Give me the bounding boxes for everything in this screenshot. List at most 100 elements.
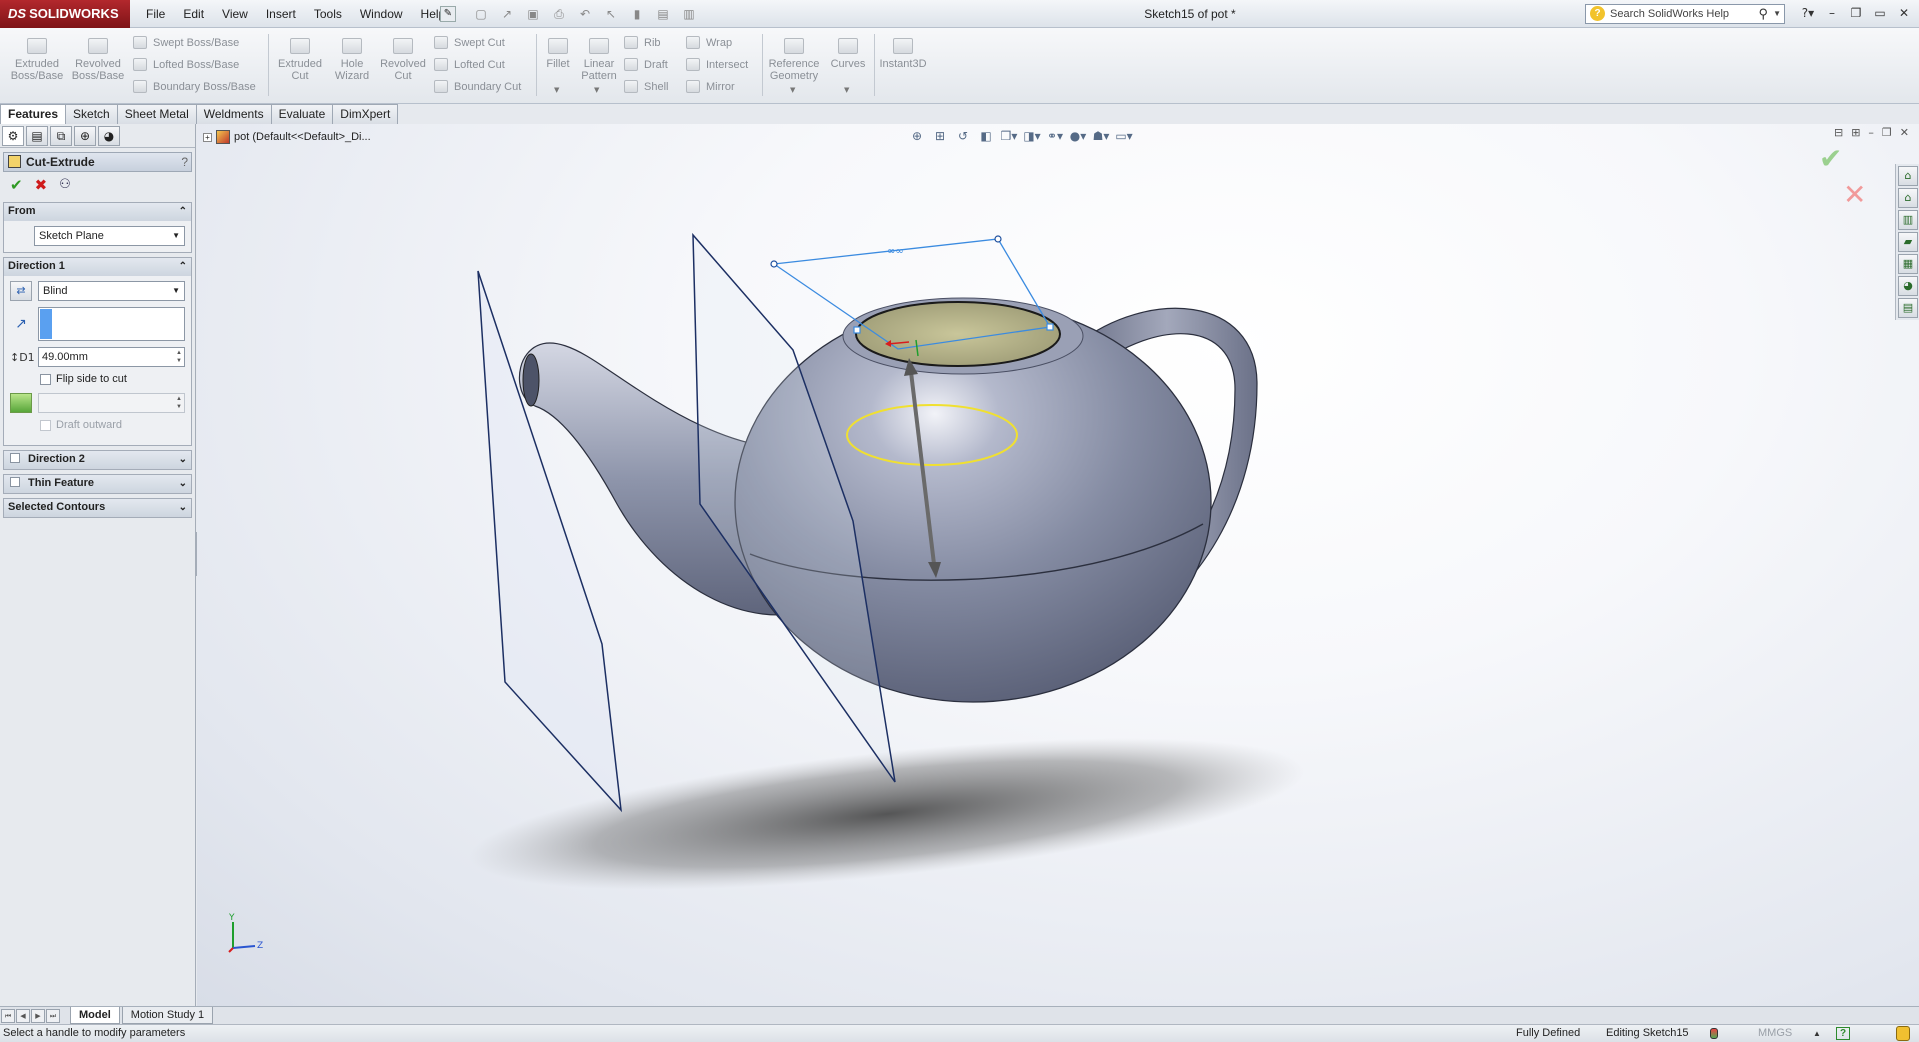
previous-tab-icon[interactable]: ◀ <box>16 1008 30 1023</box>
tab-weldments[interactable]: Weldments <box>195 104 272 124</box>
flip-side-checkbox[interactable] <box>40 373 51 385</box>
draft-on-off-icon[interactable] <box>10 393 32 413</box>
swept-boss-button[interactable]: Swept Boss/Base <box>133 34 239 52</box>
view-palette-icon[interactable]: ▦ <box>1898 254 1918 274</box>
tab-sheet-metal[interactable]: Sheet Metal <box>116 104 197 124</box>
home-icon[interactable]: ⌂ <box>1898 188 1918 208</box>
boundary-cut-button[interactable]: Boundary Cut <box>434 78 521 96</box>
sketch-handle-point[interactable] <box>770 260 778 268</box>
viewport-split-horizontal-icon[interactable]: ⊟ <box>1834 126 1843 139</box>
dimxpert-manager-tab-icon[interactable]: ⊕ <box>74 126 96 146</box>
help-search-input[interactable]: Search SolidWorks Help <box>1610 8 1729 20</box>
wrap-button[interactable]: Wrap <box>686 34 732 52</box>
viewport-minimize-icon[interactable]: – <box>1868 126 1874 139</box>
new-document-icon[interactable]: ▢ <box>470 5 492 23</box>
hole-wizard-button[interactable]: Hole Wizard <box>328 38 376 82</box>
tab-evaluate[interactable]: Evaluate <box>270 104 334 124</box>
intersect-button[interactable]: Intersect <box>686 56 748 74</box>
design-library-icon[interactable]: ▥ <box>1898 210 1918 230</box>
solidworks-resources-icon[interactable]: ⌂ <box>1898 166 1918 186</box>
rebuild-indicator-icon[interactable] <box>1710 1028 1718 1039</box>
property-manager-tab-icon[interactable]: ▤ <box>26 126 48 146</box>
confirm-cancel-icon[interactable]: ✕ <box>1843 178 1866 211</box>
tab-motion-study-1[interactable]: Motion Study 1 <box>121 1007 214 1024</box>
flip-side-to-cut-option[interactable]: Flip side to cut <box>40 373 185 385</box>
quick-tips-icon[interactable]: ? <box>1836 1027 1850 1040</box>
unit-system-dropdown-icon[interactable]: ▲ <box>1813 1025 1821 1042</box>
display-style-icon[interactable]: ◨▾ <box>1022 126 1042 146</box>
lofted-cut-button[interactable]: Lofted Cut <box>434 56 505 74</box>
apply-scene-icon[interactable]: ☗▾ <box>1091 126 1111 146</box>
restore-icon[interactable]: ❐ <box>1847 4 1865 22</box>
display-manager-tab-icon[interactable]: ◕ <box>98 126 120 146</box>
search-dropdown-icon[interactable]: ▼ <box>1773 5 1781 23</box>
menu-insert[interactable]: Insert <box>257 0 305 28</box>
revolved-boss-button[interactable]: Revolved Boss/Base <box>68 38 128 82</box>
depth-input[interactable]: 49.00mm ▲ ▼ <box>38 347 185 367</box>
menu-file[interactable]: File <box>137 0 174 28</box>
collapse-icon[interactable]: ⌃ <box>179 203 187 220</box>
options-icon[interactable]: ▥ <box>678 5 700 23</box>
draft-button[interactable]: Draft <box>624 56 668 74</box>
detailed-preview-icon[interactable]: ⚇ <box>59 176 71 194</box>
fillet-dropdown-icon[interactable]: ▼ <box>554 86 559 94</box>
save-icon[interactable]: ▣ <box>522 5 544 23</box>
menu-view[interactable]: View <box>213 0 257 28</box>
help-search-field[interactable]: ? Search SolidWorks Help ⚲ ▼ <box>1585 4 1785 24</box>
pin-menu-icon[interactable]: ✎ <box>440 6 456 22</box>
viewport-split-vertical-icon[interactable]: ⊞ <box>1851 126 1860 139</box>
select-icon[interactable]: ↖ <box>600 5 622 23</box>
expand-tree-icon[interactable]: + <box>203 132 212 142</box>
hide-show-items-icon[interactable]: ⚭▾ <box>1045 126 1065 146</box>
appearances-icon[interactable]: ◕ <box>1898 276 1918 296</box>
view-settings-icon[interactable]: ▭▾ <box>1114 126 1134 146</box>
sketch-handle-square[interactable] <box>853 326 861 334</box>
expand-icon[interactable]: ⌄ <box>179 451 187 468</box>
reference-geometry-button[interactable]: Reference Geometry <box>766 38 822 82</box>
configuration-manager-tab-icon[interactable]: ⧉ <box>50 126 72 146</box>
unit-system[interactable]: MMGS <box>1758 1025 1792 1042</box>
file-explorer-icon[interactable]: ▰ <box>1898 232 1918 252</box>
cascade-icon[interactable]: ▭ <box>1871 4 1889 22</box>
direction1-group-header[interactable]: Direction 1 ⌃ <box>4 258 191 276</box>
direction2-group-header[interactable]: Direction 2 ⌄ <box>4 451 191 469</box>
sketch-handle-square[interactable] <box>1046 323 1054 331</box>
menu-tools[interactable]: Tools <box>305 0 351 28</box>
collapse-icon[interactable]: ⌃ <box>179 258 187 275</box>
minimize-icon[interactable]: – <box>1823 4 1841 22</box>
reference-geometry-dropdown-icon[interactable]: ▼ <box>790 86 795 94</box>
help-menu-icon[interactable]: ?▾ <box>1799 4 1817 22</box>
expand-icon[interactable]: ⌄ <box>179 475 187 492</box>
boundary-boss-button[interactable]: Boundary Boss/Base <box>133 78 256 96</box>
search-icon[interactable]: ⚲ <box>1758 5 1768 23</box>
graphics-area[interactable]: ∞∞ + pot (Default<<Default>_Di... ⊕ ⊞ ↺ … <box>197 124 1919 1006</box>
linear-pattern-dropdown-icon[interactable]: ▼ <box>594 86 599 94</box>
sketch-handle-point[interactable] <box>994 235 1002 243</box>
from-group-header[interactable]: From ⌃ <box>4 203 191 221</box>
feature-manager-tab-icon[interactable]: ⚙ <box>2 126 24 146</box>
zoom-to-area-icon[interactable]: ⊞ <box>930 126 950 146</box>
mirror-button[interactable]: Mirror <box>686 78 735 96</box>
close-icon[interactable]: ✕ <box>1895 4 1913 22</box>
viewport-restore-icon[interactable]: ❐ <box>1882 126 1892 139</box>
previous-view-icon[interactable]: ↺ <box>953 126 973 146</box>
instant3d-button[interactable]: Instant3D <box>876 38 930 70</box>
print-icon[interactable]: ⎙ <box>548 5 570 23</box>
view-orientation-icon[interactable]: ❒▾ <box>999 126 1019 146</box>
reverse-direction-icon[interactable]: ⇄ <box>10 281 32 301</box>
tab-dimxpert[interactable]: DimXpert <box>332 104 399 124</box>
open-icon[interactable]: ↗ <box>496 5 518 23</box>
solidworks-logo[interactable]: DS SOLIDWORKS <box>0 0 130 28</box>
from-select[interactable]: Sketch Plane ▼ <box>34 226 185 246</box>
extruded-boss-button[interactable]: Extruded Boss/Base <box>8 38 66 82</box>
cancel-x-icon[interactable]: ✖ <box>35 176 48 194</box>
swept-cut-button[interactable]: Swept Cut <box>434 34 505 52</box>
menu-window[interactable]: Window <box>351 0 412 28</box>
next-tab-icon[interactable]: ▶ <box>31 1008 45 1023</box>
lid-opening-face[interactable] <box>855 301 1061 367</box>
tab-features[interactable]: Features <box>0 104 67 124</box>
last-tab-icon[interactable]: ⏭ <box>46 1008 60 1023</box>
curves-button[interactable]: Curves <box>826 38 870 70</box>
section-view-icon[interactable]: ◧ <box>976 126 996 146</box>
first-tab-icon[interactable]: ⏮ <box>1 1008 15 1023</box>
